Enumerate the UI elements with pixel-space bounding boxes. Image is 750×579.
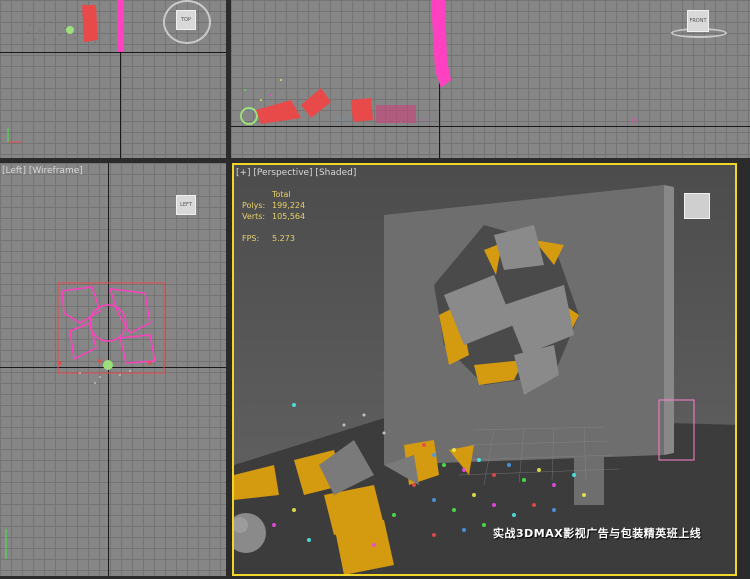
viewcube-front[interactable]: FRONT [687,10,709,32]
viewcube-face-label: TOP [176,10,196,30]
perspective-scene [234,185,735,574]
viewport-left[interactable]: [Left] [Wireframe] LEFT [0,163,226,576]
scene-stats: Total Polys: 199,224 Verts: 105,564 FPS: 5.… [242,189,305,244]
axis-gizmo-icon [7,128,22,143]
stats-polys: Polys: 199,224 [242,201,306,210]
viewport-top[interactable]: TOP [0,0,226,158]
stats-fps: FPS: 5.273 [242,234,295,243]
viewcube-perspective[interactable] [684,193,710,219]
stats-header: Total [272,190,291,199]
left-view-objects [57,282,165,384]
stats-verts: Verts: 105,564 [242,212,306,221]
viewport-front[interactable]: FRONT TP [231,0,750,158]
watermark-text: 实战3DMAX影视广告与包装精英班上线 [493,527,702,540]
viewcube-face-label: LEFT [176,195,196,215]
front-view-objects [240,0,451,125]
viewcube-top[interactable]: TOP [176,10,196,30]
viewcube-left[interactable]: LEFT [176,195,196,215]
viewport-label[interactable]: [+] [Perspective] [Shaded] [236,168,356,178]
viewport-perspective[interactable]: [+] [Perspective] [Shaded] Total Polys: 1… [232,163,737,576]
axis-gizmo-icon [5,529,7,559]
viewcube-face [684,193,710,219]
axis-label: TP [631,118,639,125]
viewcube-face-label: FRONT [687,10,709,32]
